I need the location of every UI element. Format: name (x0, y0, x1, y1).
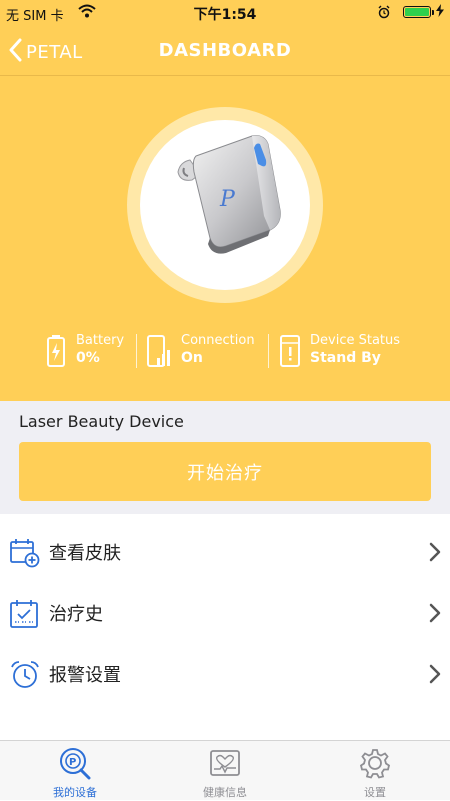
battery-icon (46, 334, 66, 372)
device-image: P (140, 120, 310, 290)
svg-text:P: P (69, 757, 76, 768)
device-name: Laser Beauty Device (19, 412, 184, 431)
status-bar: 无 SIM 卡 下午1:54 (0, 0, 450, 26)
tab-label: 健康信息 (203, 786, 247, 799)
tab-my-devices[interactable]: P 我的设备 (0, 741, 150, 801)
calendar-plus-icon (10, 538, 40, 572)
menu-item-treatment-history[interactable]: 治疗史 (0, 583, 450, 644)
laser-device-illustration: P (177, 135, 281, 254)
alert-icon (280, 334, 300, 372)
stat-value: On (181, 350, 203, 366)
stat-label: Battery (76, 333, 125, 348)
health-monitor-icon (209, 747, 241, 785)
stat-label: Connection (181, 333, 255, 348)
signal-icon (147, 334, 173, 372)
stat-value: Stand By (310, 350, 381, 366)
stat-device-status: Device Status Stand By (280, 331, 410, 371)
search-device-icon: P (59, 747, 91, 785)
chevron-right-icon (429, 603, 441, 627)
battery-tip (432, 10, 434, 15)
tab-bar: P 我的设备 健康信息 设置 (0, 740, 450, 800)
chevron-right-icon (429, 664, 441, 688)
menu-item-label: 治疗史 (49, 604, 103, 625)
tab-settings[interactable]: 设置 (300, 741, 450, 801)
navigation-bar: PETAL DASHBOARD (0, 26, 450, 76)
alarm-icon (378, 5, 390, 23)
tab-label: 我的设备 (53, 786, 97, 799)
tab-health-info[interactable]: 健康信息 (150, 741, 300, 801)
menu-item-label: 报警设置 (49, 665, 121, 686)
gear-icon (359, 747, 391, 785)
stat-value: 0% (76, 350, 100, 366)
menu-list: 查看皮肤 治疗史 报警设置 (0, 522, 450, 705)
charging-icon (436, 4, 444, 20)
stat-divider (268, 334, 269, 368)
alarm-clock-icon (10, 660, 40, 694)
tab-label: 设置 (364, 786, 386, 799)
menu-item-view-skin[interactable]: 查看皮肤 (0, 522, 450, 583)
menu-item-label: 查看皮肤 (49, 543, 121, 564)
stat-connection: Connection On (147, 331, 263, 371)
stat-divider (136, 334, 137, 368)
start-treatment-button[interactable]: 开始治疗 (19, 442, 431, 501)
device-image-ring: P (127, 107, 323, 303)
device-section: Laser Beauty Device 开始治疗 (0, 401, 450, 514)
stat-label: Device Status (310, 333, 401, 348)
chevron-right-icon (429, 542, 441, 566)
menu-item-alarm-settings[interactable]: 报警设置 (0, 644, 450, 705)
device-stats: Battery 0% Connection On Device Status S… (0, 331, 450, 371)
battery-icon (403, 6, 431, 18)
page-title: DASHBOARD (158, 40, 292, 61)
device-hero: P Battery 0% Connection On Device Status… (0, 76, 450, 401)
stat-battery: Battery 0% (46, 331, 134, 371)
calendar-check-icon (10, 599, 40, 633)
device-logo: P (219, 187, 236, 212)
